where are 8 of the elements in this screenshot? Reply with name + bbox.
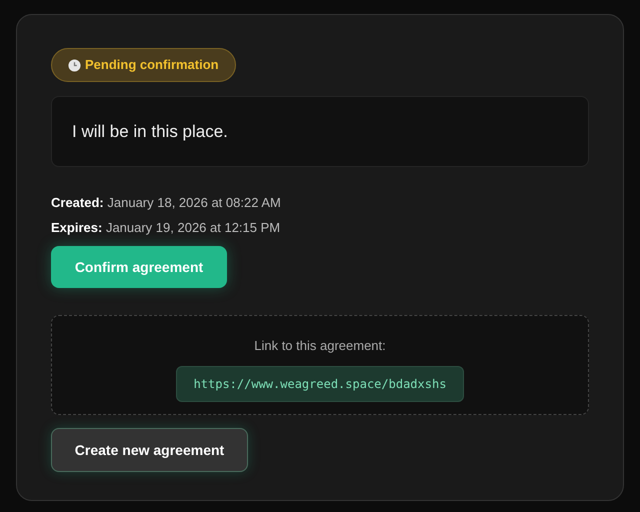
detail-line: Created: January 18, 2026 at 08:22 AM	[51, 194, 281, 212]
agreement-link[interactable]: https://www.weagreed.space/bdadxshs	[176, 366, 464, 402]
status-badge: Pending confirmation	[51, 48, 236, 82]
detail-line: Expires: January 19, 2026 at 12:15 PM	[51, 219, 281, 237]
message-text: I will be in this place.	[72, 120, 228, 143]
new-agreement-button[interactable]: Create new agreement	[51, 428, 248, 472]
link-label: Link to this agreement:	[254, 337, 386, 355]
clock-icon	[68, 58, 81, 72]
